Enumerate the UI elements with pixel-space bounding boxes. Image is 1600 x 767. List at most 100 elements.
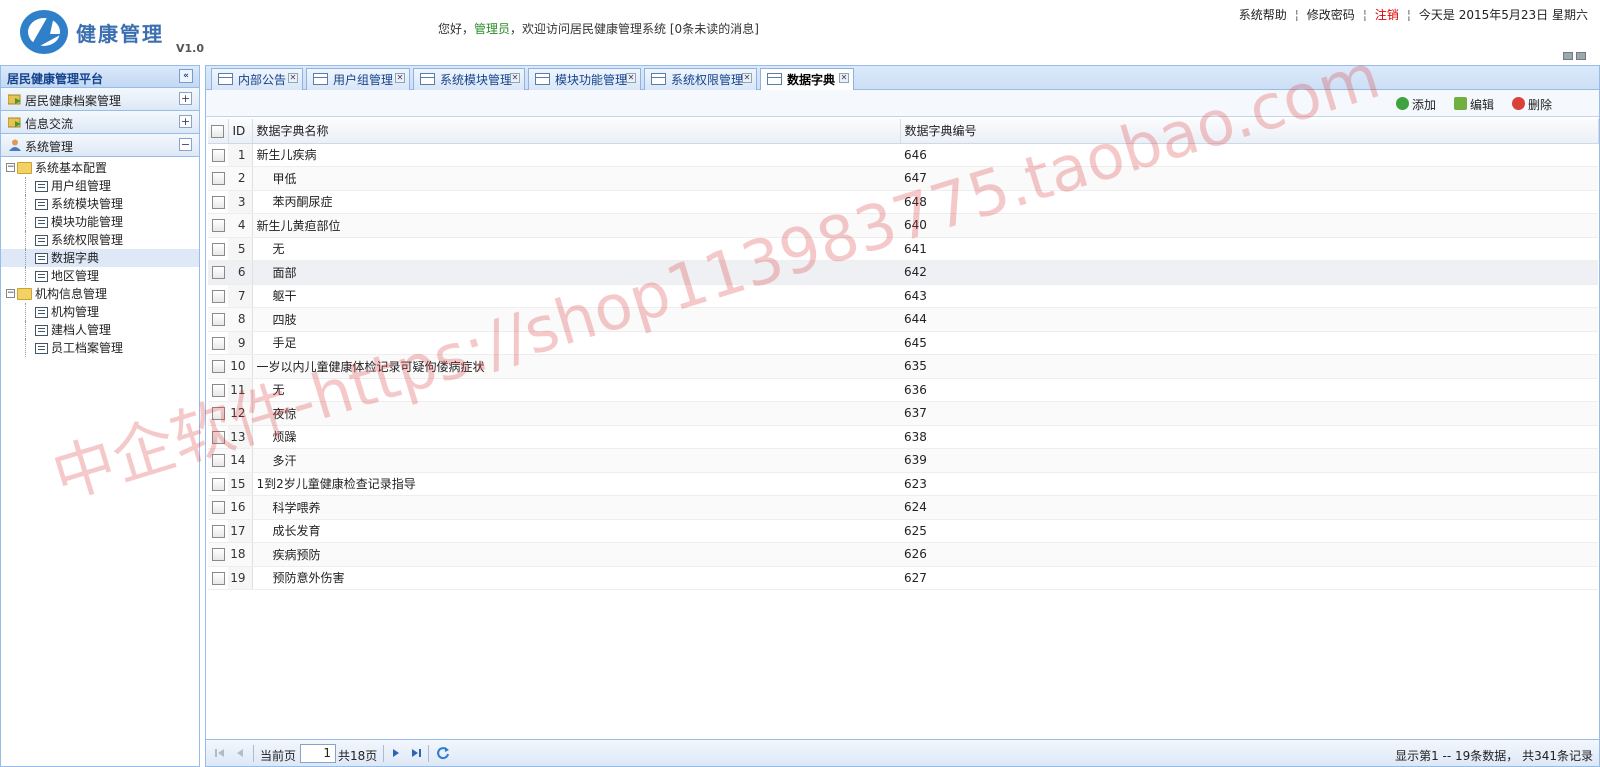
tree-collapse-icon[interactable]: −	[6, 163, 15, 172]
tree-node-regions[interactable]: 地区管理	[1, 267, 199, 285]
tree-node-archivist[interactable]: 建档人管理	[1, 321, 199, 339]
row-checkbox[interactable]	[211, 242, 225, 256]
cell-name: 新生儿疾病	[252, 143, 900, 167]
table-row[interactable]: 1 新生儿疾病 646	[208, 143, 1598, 167]
first-page-icon[interactable]	[214, 747, 226, 759]
row-checkbox[interactable]	[211, 407, 225, 421]
table-row[interactable]: 15 1到2岁儿童健康检查记录指导 623	[208, 472, 1598, 496]
next-page-icon[interactable]	[390, 747, 402, 759]
tab-announcements[interactable]: 内部公告 ✕	[211, 68, 303, 90]
tree-node-user-group[interactable]: 用户组管理	[1, 177, 199, 195]
cell-name: 多汗	[252, 448, 900, 473]
accordion-health-records[interactable]: 居民健康档案管理 +	[1, 88, 199, 111]
row-checkbox[interactable]	[211, 360, 225, 374]
row-checkbox[interactable]	[211, 548, 225, 562]
row-checkbox[interactable]	[211, 430, 225, 444]
refresh-icon[interactable]	[436, 746, 450, 760]
change-password-link[interactable]: 修改密码	[1307, 8, 1355, 22]
row-checkbox[interactable]	[211, 219, 225, 233]
column-header-id[interactable]: ID	[228, 119, 253, 144]
tree-node-data-dictionary[interactable]: 数据字典	[1, 249, 199, 267]
expand-icon[interactable]: +	[179, 92, 192, 105]
tree-node-module-functions[interactable]: 模块功能管理	[1, 213, 199, 231]
table-row[interactable]: 12 夜惊 637	[208, 401, 1598, 426]
select-all-checkbox[interactable]	[211, 124, 225, 138]
page-icon	[35, 343, 48, 354]
table-row[interactable]: 8 四肢 644	[208, 307, 1598, 332]
accordion-system-management[interactable]: 系统管理 −	[1, 134, 199, 157]
row-checkbox[interactable]	[211, 336, 225, 350]
help-link[interactable]: 系统帮助	[1239, 8, 1287, 22]
row-checkbox[interactable]	[211, 571, 225, 585]
tab-module-functions[interactable]: 模块功能管理 ✕	[528, 68, 641, 90]
close-icon[interactable]: ✕	[395, 73, 405, 83]
accordion-info-exchange[interactable]: 信息交流 +	[1, 111, 199, 134]
close-icon[interactable]: ✕	[510, 73, 520, 83]
tab-permissions[interactable]: 系统权限管理 ✕	[644, 68, 757, 90]
tree-node-permissions[interactable]: 系统权限管理	[1, 231, 199, 249]
collapse-sidebar-button[interactable]: «	[179, 69, 193, 83]
tree-node-staff-records[interactable]: 员工档案管理	[1, 339, 199, 357]
table-row[interactable]: 16 科学喂养 624	[208, 495, 1598, 520]
tree-node-label: 员工档案管理	[51, 341, 124, 355]
row-checkbox[interactable]	[211, 383, 225, 397]
collapse-icon[interactable]: −	[179, 138, 192, 151]
prev-page-icon[interactable]	[234, 747, 246, 759]
table-row[interactable]: 6 面部 642	[208, 260, 1598, 285]
row-checkbox[interactable]	[211, 524, 225, 538]
cell-name-text: 一岁以内儿童健康体检记录可疑佝偻病症状	[256, 359, 485, 374]
table-row[interactable]: 11 无 636	[208, 378, 1598, 402]
table-row[interactable]: 10 一岁以内儿童健康体检记录可疑佝偻病症状 635	[208, 354, 1598, 379]
table-row[interactable]: 9 手足 645	[208, 331, 1598, 355]
tree-node-org-info[interactable]: − 机构信息管理	[1, 285, 199, 303]
window-controls	[1560, 49, 1590, 60]
row-checkbox[interactable]	[211, 454, 225, 468]
row-checkbox[interactable]	[211, 289, 225, 303]
add-button[interactable]: 添加	[1396, 96, 1436, 113]
tree-node-org-manage[interactable]: 机构管理	[1, 303, 199, 321]
maximize-icon[interactable]	[1576, 52, 1586, 60]
row-checkbox[interactable]	[211, 148, 225, 162]
table-row[interactable]: 2 甲低 647	[208, 166, 1598, 191]
edit-button[interactable]: 编辑	[1454, 96, 1494, 113]
cell-id: 17	[228, 519, 253, 543]
close-icon[interactable]: ✕	[626, 73, 636, 83]
table-row[interactable]: 3 苯丙酮尿症 648	[208, 190, 1598, 214]
table-row[interactable]: 13 烦躁 638	[208, 425, 1598, 449]
close-icon[interactable]: ✕	[742, 73, 752, 83]
cell-name-text: 无	[272, 242, 285, 257]
row-checkbox[interactable]	[211, 195, 225, 209]
table-row[interactable]: 7 躯干 643	[208, 284, 1598, 308]
logout-link[interactable]: 注销	[1375, 8, 1399, 22]
minimize-icon[interactable]	[1563, 52, 1573, 60]
column-header-code[interactable]: 数据字典编号	[900, 119, 1599, 144]
row-checkbox[interactable]	[211, 172, 225, 186]
cell-name: 手足	[252, 331, 900, 355]
table-row[interactable]: 5 无 641	[208, 237, 1598, 261]
tree-node-basic-config[interactable]: − 系统基本配置	[1, 159, 199, 177]
table-row[interactable]: 19 预防意外伤害 627	[208, 566, 1598, 590]
delete-button[interactable]: 删除	[1512, 96, 1552, 113]
close-icon[interactable]: ✕	[288, 73, 298, 83]
close-icon[interactable]: ✕	[839, 73, 849, 83]
unread-messages-link[interactable]: [0条未读的消息]	[670, 22, 759, 36]
tab-system-modules[interactable]: 系统模块管理 ✕	[413, 68, 525, 90]
row-checkbox[interactable]	[211, 477, 225, 491]
table-row[interactable]: 14 多汗 639	[208, 448, 1598, 473]
row-checkbox[interactable]	[211, 266, 225, 280]
last-page-icon[interactable]	[410, 747, 422, 759]
expand-icon[interactable]: +	[179, 115, 192, 128]
row-checkbox[interactable]	[211, 501, 225, 515]
tab-user-groups[interactable]: 用户组管理 ✕	[306, 68, 410, 90]
table-row[interactable]: 4 新生儿黄疸部位 640	[208, 213, 1598, 238]
row-select-cell	[208, 542, 228, 567]
pagination-bar: 当前页 1 共18页 显示第1 -- 19条数据， 共341条记录	[206, 739, 1599, 766]
tree-node-system-modules[interactable]: 系统模块管理	[1, 195, 199, 213]
row-checkbox[interactable]	[211, 313, 225, 327]
table-row[interactable]: 18 疾病预防 626	[208, 542, 1598, 567]
table-row[interactable]: 17 成长发育 625	[208, 519, 1598, 543]
tree-collapse-icon[interactable]: −	[6, 289, 15, 298]
tab-data-dictionary[interactable]: 数据字典 ✕	[760, 68, 854, 91]
column-header-name[interactable]: 数据字典名称	[252, 119, 901, 144]
page-number-input[interactable]: 1	[300, 744, 336, 763]
